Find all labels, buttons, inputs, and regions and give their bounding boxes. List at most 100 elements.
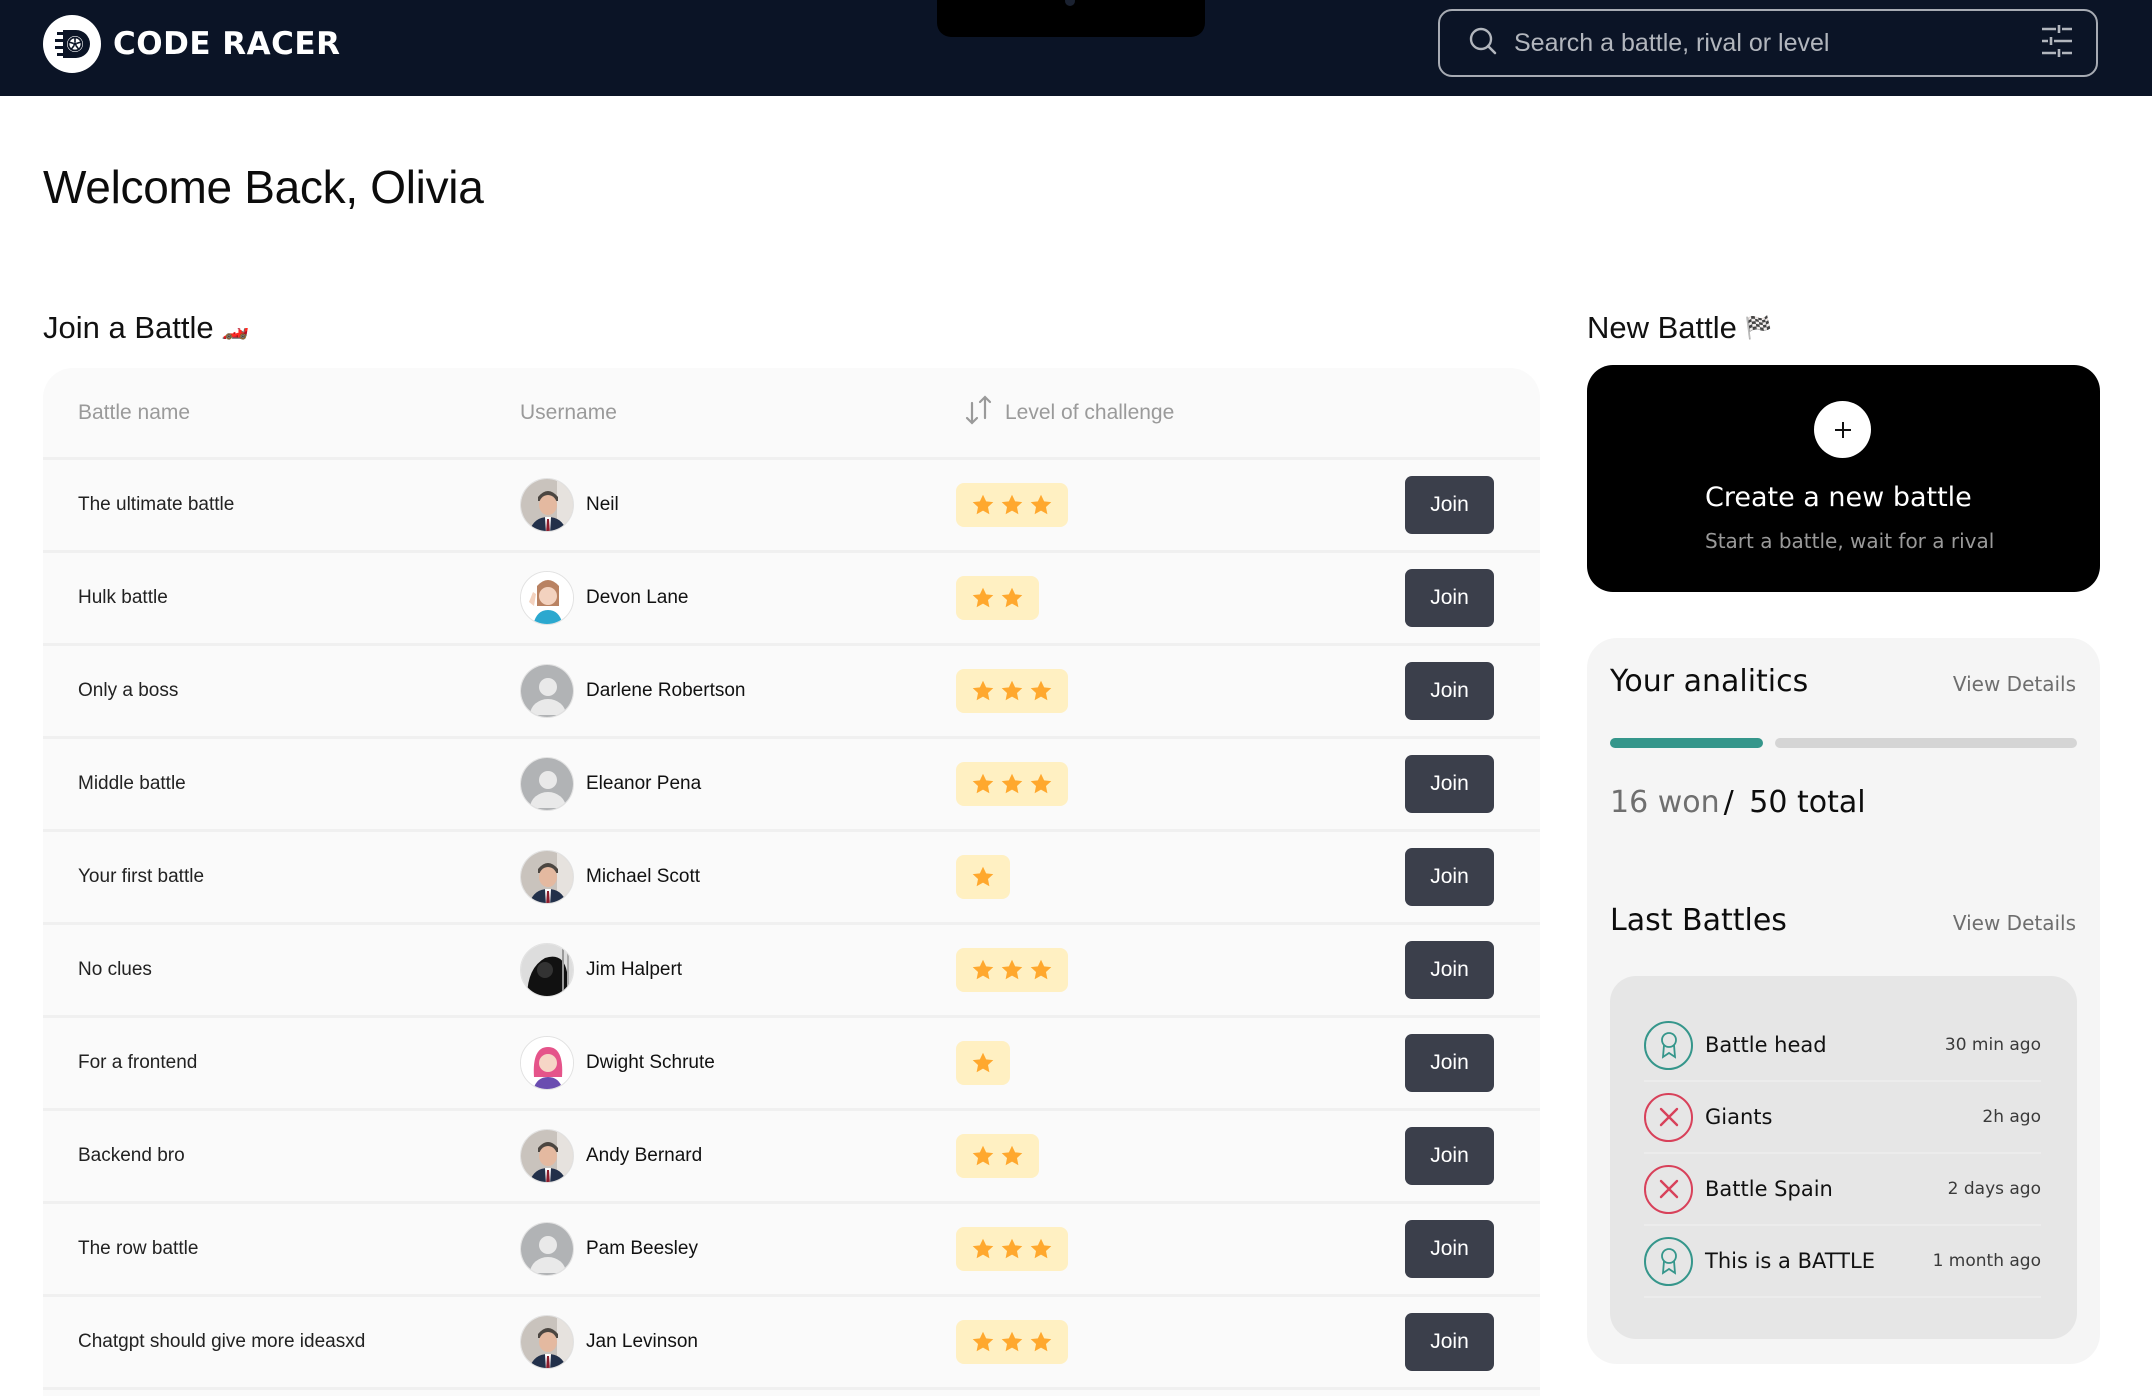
plus-icon xyxy=(1834,421,1851,438)
star-icon xyxy=(999,585,1025,611)
battle-name: For a frontend xyxy=(78,1052,198,1073)
last-battle-item[interactable]: Battle Spain 2 days ago xyxy=(1644,1154,2041,1226)
level-badge xyxy=(956,762,1068,806)
username: Jim Halpert xyxy=(586,959,683,980)
battle-name: Backend bro xyxy=(78,1145,185,1166)
sort-arrows-icon[interactable] xyxy=(963,394,995,432)
star-icon xyxy=(999,492,1025,518)
star-icon xyxy=(999,1143,1025,1169)
username: Michael Scott xyxy=(586,866,701,887)
avatar xyxy=(520,943,574,997)
table-row: Middle battle Eleanor Pena Join xyxy=(43,739,1540,832)
join-button[interactable]: Join xyxy=(1405,1313,1494,1371)
level-badge xyxy=(956,1320,1068,1364)
search-bar[interactable] xyxy=(1438,9,2098,77)
checkered-flag-icon: 🏁 xyxy=(1744,315,1773,341)
level-badge xyxy=(956,1227,1068,1271)
join-button[interactable]: Join xyxy=(1405,1034,1494,1092)
app-name: CODE RACER xyxy=(113,26,341,62)
search-input[interactable] xyxy=(1514,28,2042,58)
last-battle-item[interactable]: Battle head 30 min ago xyxy=(1644,1010,2041,1082)
create-battle-card[interactable]: Create a new battle Start a battle, wait… xyxy=(1587,365,2100,592)
win-progress-bar xyxy=(1610,738,2077,748)
username: Andy Bernard xyxy=(586,1145,703,1166)
last-battle-item[interactable]: Giants 2h ago xyxy=(1644,1082,2041,1154)
table-row: Backend bro Andy Bernard Join xyxy=(43,1111,1540,1204)
last-battles-title: Last Battles xyxy=(1610,903,1787,938)
star-icon xyxy=(1028,1236,1054,1262)
win-stats: 16 won/ 50 total xyxy=(1610,785,1866,820)
wheel-logo-icon xyxy=(43,15,101,73)
top-navbar: CODE RACER xyxy=(0,0,2152,96)
award-ribbon-icon xyxy=(1644,1020,1693,1070)
join-button[interactable]: Join xyxy=(1405,1127,1494,1185)
new-battle-title: New Battle xyxy=(1587,310,1737,345)
page-title: Welcome Back, Olivia xyxy=(43,161,484,213)
user-cell[interactable]: Jim Halpert xyxy=(520,943,682,997)
username: Eleanor Pena xyxy=(586,773,702,794)
level-badge xyxy=(956,1134,1039,1178)
table-row: For a frontend Dwight Schrute Join xyxy=(43,1018,1540,1111)
avatar xyxy=(520,850,574,904)
battle-name: Middle battle xyxy=(78,773,186,794)
join-button[interactable]: Join xyxy=(1405,1220,1494,1278)
won-count: 16 won xyxy=(1610,785,1720,820)
level-badge xyxy=(956,669,1068,713)
star-icon xyxy=(970,1329,996,1355)
join-button[interactable]: Join xyxy=(1405,848,1494,906)
last-battles-list: Battle head 30 min ago Giants 2h ago Battle … xyxy=(1610,976,2077,1339)
search-icon xyxy=(1468,26,1498,61)
last-battle-item[interactable]: This is a BATTLE 1 month ago xyxy=(1644,1226,2041,1298)
star-icon xyxy=(970,864,996,890)
user-cell[interactable]: Michael Scott xyxy=(520,850,700,904)
user-cell[interactable]: Devon Lane xyxy=(520,571,688,625)
join-button[interactable]: Join xyxy=(1405,569,1494,627)
app-logo[interactable]: CODE RACER xyxy=(43,15,340,73)
battle-name: No clues xyxy=(78,959,152,980)
last-battle-time: 2h ago xyxy=(1982,1107,2041,1127)
sliders-icon[interactable] xyxy=(2042,24,2072,62)
star-icon xyxy=(999,957,1025,983)
column-level-label: Level of challenge xyxy=(1005,400,1175,424)
join-button[interactable]: Join xyxy=(1405,476,1494,534)
join-button[interactable]: Join xyxy=(1405,755,1494,813)
user-cell[interactable]: Darlene Robertson xyxy=(520,664,745,718)
new-battle-heading: New Battle 🏁 xyxy=(1587,310,1772,346)
level-badge xyxy=(956,948,1068,992)
close-x-icon xyxy=(1644,1164,1693,1214)
star-icon xyxy=(999,771,1025,797)
stats-separator: / xyxy=(1723,785,1734,820)
star-icon xyxy=(999,1236,1025,1262)
last-battle-name: Battle head xyxy=(1705,1033,1827,1057)
progress-won-segment xyxy=(1610,738,1763,748)
last-battle-time: 2 days ago xyxy=(1947,1179,2041,1199)
user-cell[interactable]: Andy Bernard xyxy=(520,1129,702,1183)
user-cell[interactable]: Dwight Schrute xyxy=(520,1036,715,1090)
username: Jan Levinson xyxy=(586,1331,698,1352)
total-count: 50 total xyxy=(1749,785,1866,820)
star-icon xyxy=(1028,771,1054,797)
user-cell[interactable]: Neil xyxy=(520,478,619,532)
analytics-view-details-link[interactable]: View Details xyxy=(1953,672,2076,696)
avatar xyxy=(520,1129,574,1183)
create-battle-button[interactable] xyxy=(1814,401,1871,458)
column-level[interactable]: Level of challenge xyxy=(963,394,1174,432)
user-cell[interactable]: Jan Levinson xyxy=(520,1315,698,1369)
last-battle-name: Giants xyxy=(1705,1105,1773,1129)
create-battle-subtitle: Start a battle, wait for a rival xyxy=(1705,529,1995,553)
battle-name: The row battle xyxy=(78,1238,199,1259)
battle-name: Your first battle xyxy=(78,866,205,887)
star-icon xyxy=(1028,678,1054,704)
join-button[interactable]: Join xyxy=(1405,662,1494,720)
close-x-icon xyxy=(1644,1092,1693,1142)
level-badge xyxy=(956,483,1068,527)
join-button[interactable]: Join xyxy=(1405,941,1494,999)
table-row: The ultimate battle Neil Join xyxy=(43,460,1540,553)
user-cell[interactable]: Eleanor Pena xyxy=(520,757,701,811)
user-cell[interactable]: Pam Beesley xyxy=(520,1222,698,1276)
last-battles-view-details-link[interactable]: View Details xyxy=(1953,911,2076,935)
avatar xyxy=(520,757,574,811)
username: Dwight Schrute xyxy=(586,1052,715,1073)
username: Pam Beesley xyxy=(586,1238,698,1259)
star-icon xyxy=(1028,1329,1054,1355)
